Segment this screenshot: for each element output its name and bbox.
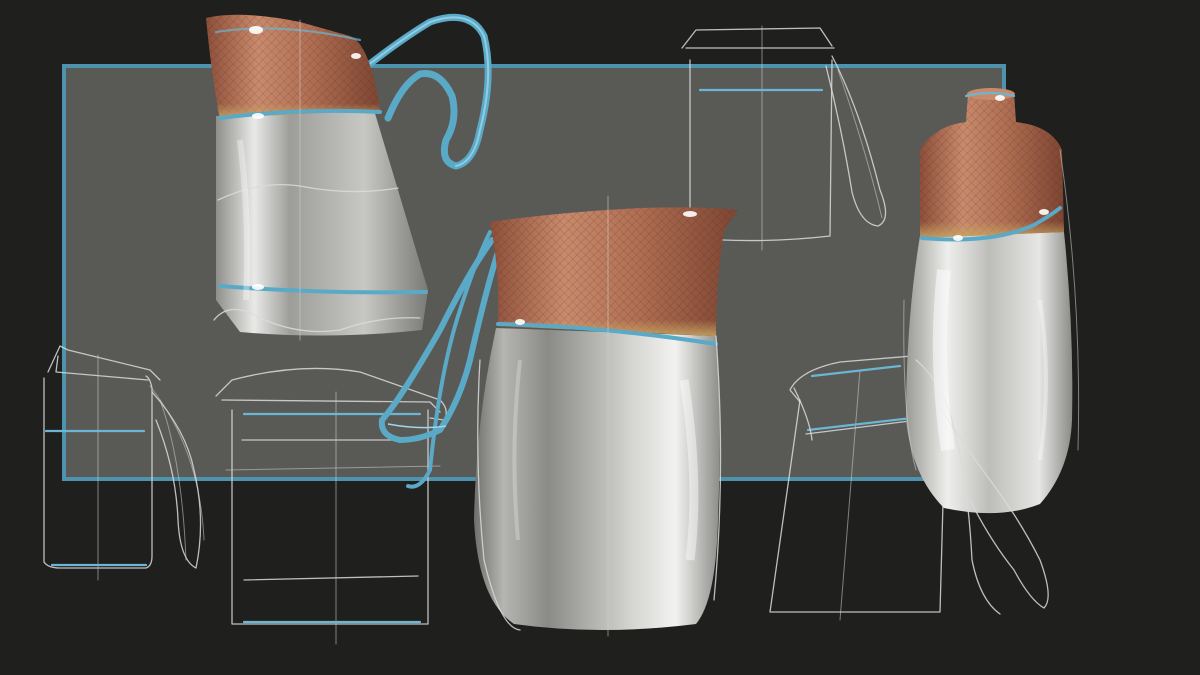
rendered-bottle	[903, 88, 1080, 615]
concept-sketch-sheet	[43, 13, 1080, 645]
sketch-canvas	[0, 0, 1200, 675]
